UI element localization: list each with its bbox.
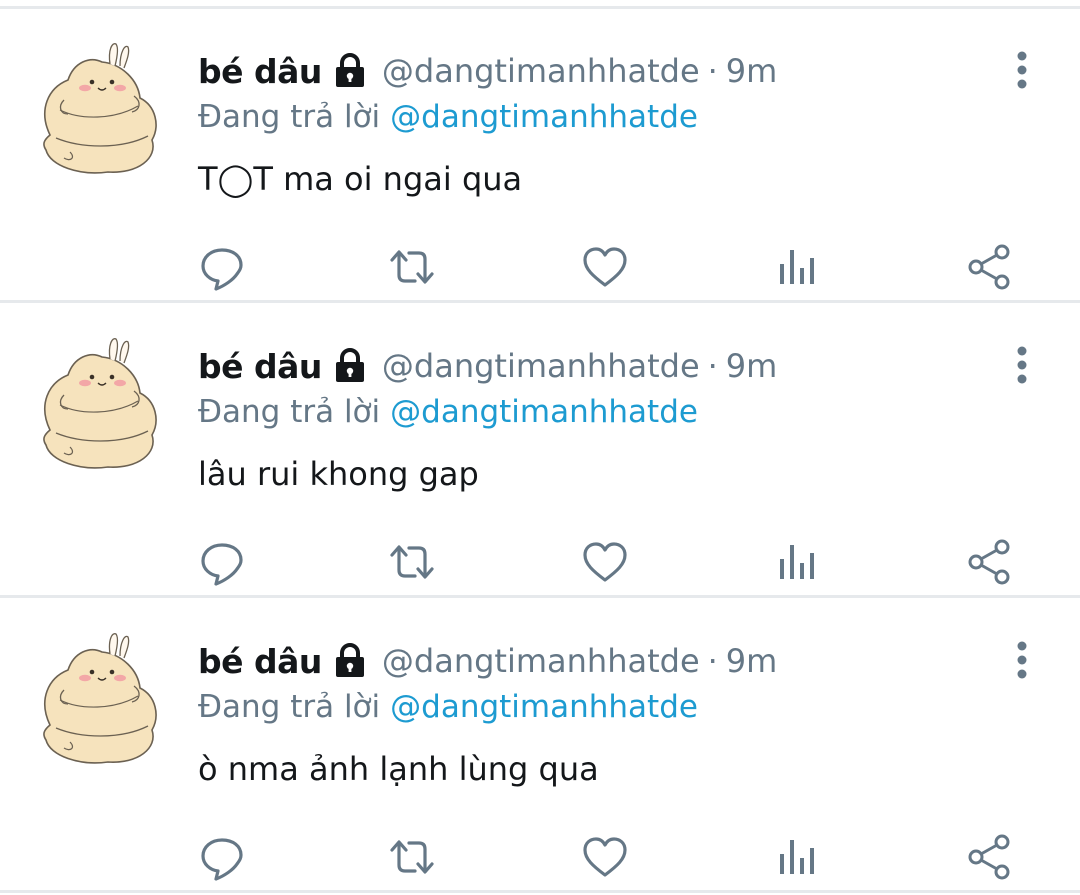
retweet-icon[interactable] [387, 242, 437, 292]
replying-to-handle[interactable]: @dangtimanhhatde [390, 394, 698, 430]
lock-icon [330, 346, 370, 386]
avatar[interactable] [30, 40, 165, 175]
replying-to: Đang trả lời @dangtimanhhatde [198, 684, 698, 730]
share-icon[interactable] [966, 832, 1016, 882]
timestamp[interactable]: 9m [726, 52, 778, 90]
replying-to-handle[interactable]: @dangtimanhhatde [390, 99, 698, 135]
replying-to-label: Đang trả lời [198, 394, 381, 430]
retweet-icon[interactable] [387, 537, 437, 587]
tweet-text: ò nma ảnh lạnh lùng qua [198, 750, 599, 788]
more-vertical-icon[interactable] [1002, 343, 1042, 387]
analytics-icon[interactable] [772, 832, 822, 882]
heart-icon[interactable] [580, 832, 630, 882]
replying-to-label: Đang trả lời [198, 689, 381, 725]
user-handle[interactable]: @dangtimanhhatde [382, 52, 700, 90]
replying-to-handle[interactable]: @dangtimanhhatde [390, 689, 698, 725]
lock-icon [330, 51, 370, 91]
tweet-text: lâu rui khong gap [198, 455, 479, 493]
display-name[interactable]: bé dâu [198, 642, 322, 681]
share-icon[interactable] [966, 537, 1016, 587]
divider [0, 595, 1080, 598]
more-vertical-icon[interactable] [1002, 638, 1042, 682]
display-name[interactable]: bé dâu [198, 52, 322, 91]
separator-dot: · [707, 642, 718, 680]
reply-icon[interactable] [197, 242, 247, 292]
more-vertical-icon[interactable] [1002, 48, 1042, 92]
divider [0, 300, 1080, 303]
heart-icon[interactable] [580, 242, 630, 292]
reply-icon[interactable] [197, 832, 247, 882]
avatar[interactable] [30, 335, 165, 470]
analytics-icon[interactable] [772, 242, 822, 292]
divider [0, 6, 1080, 9]
heart-icon[interactable] [580, 537, 630, 587]
analytics-icon[interactable] [772, 537, 822, 587]
tweet[interactable]: bé dâu @dangtimanhhatde · 9m Đang trả lờ… [0, 10, 1080, 300]
user-handle[interactable]: @dangtimanhhatde [382, 347, 700, 385]
replying-to-label: Đang trả lời [198, 99, 381, 135]
timestamp[interactable]: 9m [726, 642, 778, 680]
avatar[interactable] [30, 630, 165, 765]
separator-dot: · [707, 347, 718, 385]
separator-dot: · [707, 52, 718, 90]
divider [0, 890, 1080, 893]
tweet-header: bé dâu @dangtimanhhatde · 9m [198, 46, 777, 96]
tweet-text: T◯T ma oi ngai qua [198, 160, 523, 198]
reply-icon[interactable] [197, 537, 247, 587]
tweet-header: bé dâu @dangtimanhhatde · 9m [198, 636, 777, 686]
timestamp[interactable]: 9m [726, 347, 778, 385]
display-name[interactable]: bé dâu [198, 347, 322, 386]
lock-icon [330, 641, 370, 681]
replying-to: Đang trả lời @dangtimanhhatde [198, 94, 698, 140]
replying-to: Đang trả lời @dangtimanhhatde [198, 389, 698, 435]
retweet-icon[interactable] [387, 832, 437, 882]
tweet-feed: bé dâu @dangtimanhhatde · 9m Đang trả lờ… [0, 0, 1080, 895]
user-handle[interactable]: @dangtimanhhatde [382, 642, 700, 680]
tweet-header: bé dâu @dangtimanhhatde · 9m [198, 341, 777, 391]
tweet[interactable]: bé dâu @dangtimanhhatde · 9m Đang trả lờ… [0, 305, 1080, 595]
tweet[interactable]: bé dâu @dangtimanhhatde · 9m Đang trả lờ… [0, 600, 1080, 890]
share-icon[interactable] [966, 242, 1016, 292]
